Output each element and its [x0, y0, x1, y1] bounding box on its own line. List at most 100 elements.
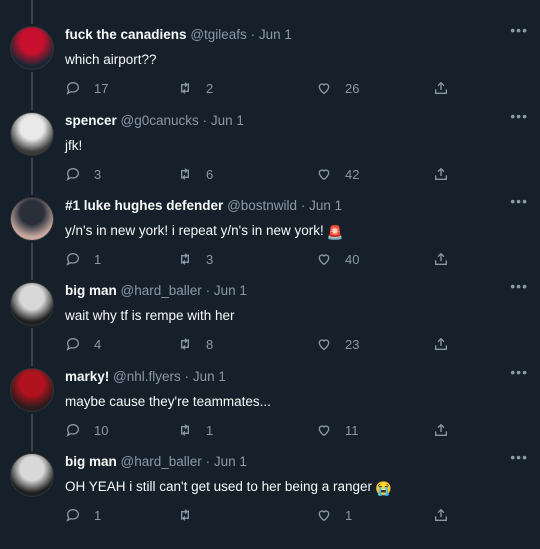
username[interactable]: @hard_baller [121, 454, 202, 469]
share-icon [433, 80, 449, 96]
retweet-button[interactable]: 8 [177, 334, 213, 354]
username[interactable]: @tgileafs [190, 27, 246, 42]
thread-connector-line [31, 414, 33, 451]
display-name[interactable]: #1 luke hughes defender [65, 198, 223, 213]
reply-button[interactable]: 10 [65, 420, 108, 440]
tweet-text-content: maybe cause they're teammates... [65, 394, 271, 409]
separator-dot: · [300, 198, 306, 213]
retweet-icon [177, 80, 193, 96]
tweet-text-content: y/n's in new york! i repeat y/n's in new… [65, 223, 324, 238]
reply-button[interactable]: 3 [65, 164, 101, 184]
timestamp[interactable]: Jun 1 [309, 198, 342, 213]
share-button[interactable] [433, 78, 449, 98]
reply-count: 10 [94, 422, 109, 438]
tweet-actions: 11 [65, 505, 525, 525]
share-icon [433, 166, 449, 182]
more-options-icon[interactable]: ••• [510, 108, 528, 124]
retweet-icon [177, 422, 193, 438]
avatar[interactable] [10, 197, 54, 241]
more-options-icon[interactable]: ••• [510, 193, 528, 209]
tweet-actions: 17 2 26 [65, 78, 525, 98]
timestamp[interactable]: Jun 1 [214, 454, 247, 469]
share-button[interactable] [433, 505, 449, 525]
timestamp[interactable]: Jun 1 [211, 113, 244, 128]
avatar[interactable] [10, 368, 54, 412]
tweet-text-content: wait why tf is rempe with her [65, 308, 235, 323]
tweet[interactable]: big man @hard_baller · Jun 1 ••• wait why … [0, 278, 540, 366]
display-name[interactable]: spencer [65, 113, 117, 128]
tweet-actions: 3 6 42 [65, 164, 525, 184]
like-button[interactable]: 40 [316, 249, 359, 269]
reply-icon [65, 80, 81, 96]
more-options-icon[interactable]: ••• [510, 22, 528, 38]
retweet-button[interactable]: 6 [177, 164, 213, 184]
separator-dot: · [184, 369, 190, 384]
retweet-button[interactable] [177, 505, 206, 525]
separator-dot: · [205, 454, 211, 469]
display-name[interactable]: big man [65, 454, 117, 469]
like-button[interactable]: 26 [316, 78, 359, 98]
separator-dot: · [250, 27, 256, 42]
timestamp[interactable]: Jun 1 [214, 283, 247, 298]
reply-count: 1 [94, 507, 102, 523]
share-button[interactable] [433, 249, 449, 269]
tweet-header: marky! @nhl.flyers · Jun 1 [65, 369, 226, 384]
avatar[interactable] [10, 26, 54, 70]
retweet-count: 1 [206, 422, 214, 438]
heart-icon [316, 80, 332, 96]
timestamp[interactable]: Jun 1 [193, 369, 226, 384]
timestamp[interactable]: Jun 1 [259, 27, 292, 42]
reply-count: 3 [94, 166, 102, 182]
retweet-button[interactable]: 2 [177, 78, 213, 98]
retweet-button[interactable]: 1 [177, 420, 213, 440]
tweet-text-content: which airport?? [65, 52, 157, 67]
tweet[interactable]: fuck the canadiens @tgileafs · Jun 1 ••• w… [0, 22, 540, 110]
reply-button[interactable]: 1 [65, 505, 101, 525]
avatar[interactable] [10, 112, 54, 156]
share-button[interactable] [433, 334, 449, 354]
username[interactable]: @bostnwild [227, 198, 297, 213]
thread-connector-line [31, 158, 33, 195]
reply-count: 4 [94, 336, 102, 352]
heart-icon [316, 336, 332, 352]
like-button[interactable]: 11 [316, 420, 359, 440]
more-options-icon[interactable]: ••• [510, 278, 528, 294]
like-count: 1 [345, 507, 353, 523]
like-count: 23 [345, 336, 360, 352]
tweet[interactable]: #1 luke hughes defender @bostnwild · Jun… [0, 193, 540, 281]
avatar[interactable] [10, 282, 54, 326]
thread-connector-line [31, 72, 33, 110]
display-name[interactable]: marky! [65, 369, 109, 384]
emoji-icon: 🚨 [326, 225, 344, 240]
share-icon [433, 507, 449, 523]
reply-button[interactable]: 1 [65, 249, 101, 269]
tweet-header: fuck the canadiens @tgileafs · Jun 1 [65, 27, 292, 42]
display-name[interactable]: big man [65, 283, 117, 298]
reply-icon [65, 422, 81, 438]
tweet-header: #1 luke hughes defender @bostnwild · Jun… [65, 198, 342, 213]
more-options-icon[interactable]: ••• [510, 364, 528, 380]
like-button[interactable]: 23 [316, 334, 359, 354]
separator-dot: · [205, 283, 211, 298]
avatar[interactable] [10, 453, 54, 497]
like-count: 40 [345, 251, 360, 267]
reply-button[interactable]: 17 [65, 78, 108, 98]
username[interactable]: @hard_baller [121, 283, 202, 298]
retweet-icon [177, 336, 193, 352]
more-options-icon[interactable]: ••• [510, 449, 528, 465]
display-name[interactable]: fuck the canadiens [65, 27, 187, 42]
tweet[interactable]: marky! @nhl.flyers · Jun 1 ••• maybe cause… [0, 364, 540, 452]
retweet-button[interactable]: 3 [177, 249, 213, 269]
tweet[interactable]: spencer @g0canucks · Jun 1 ••• jfk! 3 6 42 [0, 108, 540, 196]
share-button[interactable] [433, 164, 449, 184]
thread-connector-line [31, 243, 33, 280]
share-icon [433, 422, 449, 438]
share-button[interactable] [433, 420, 449, 440]
like-button[interactable]: 1 [316, 505, 352, 525]
tweet-text: y/n's in new york! i repeat y/n's in new… [65, 223, 344, 241]
username[interactable]: @g0canucks [121, 113, 199, 128]
tweet[interactable]: big man @hard_baller · Jun 1 ••• OH YEAH i… [0, 449, 540, 537]
username[interactable]: @nhl.flyers [113, 369, 181, 384]
like-button[interactable]: 42 [316, 164, 359, 184]
reply-button[interactable]: 4 [65, 334, 101, 354]
